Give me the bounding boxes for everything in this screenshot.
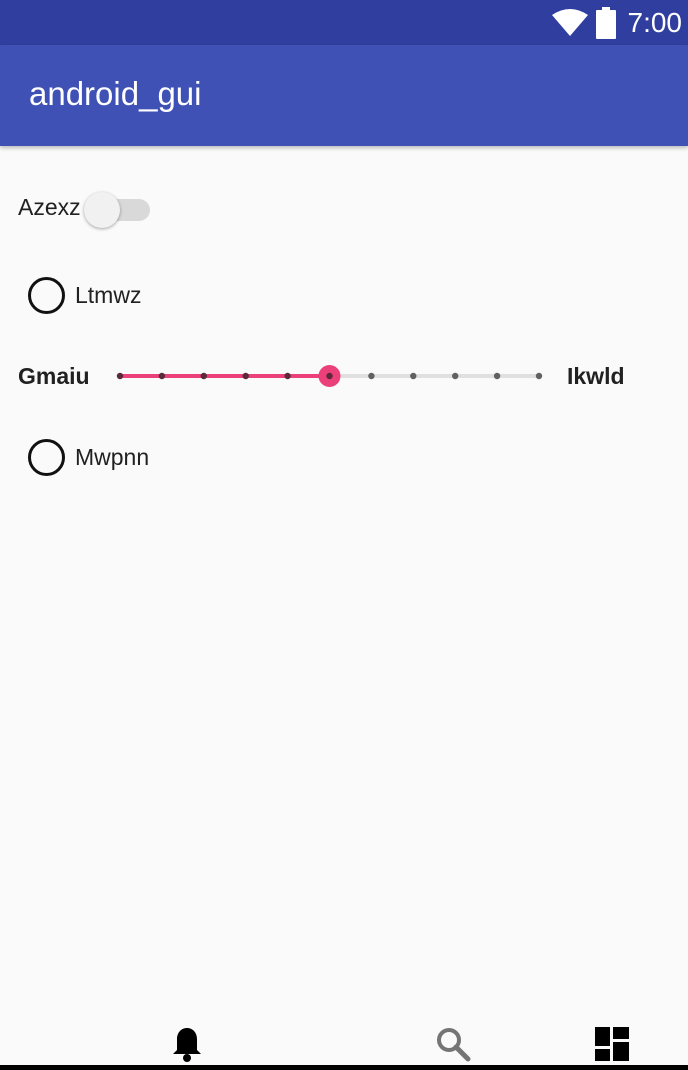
- radio-circle[interactable]: [28, 277, 65, 314]
- radio-button-ltmwz[interactable]: Ltmwz: [28, 277, 141, 314]
- radio-label: Mwpnn: [75, 444, 150, 470]
- radio-circle[interactable]: [28, 439, 65, 476]
- radio-button-mwpnn[interactable]: Mwpnn: [28, 439, 149, 476]
- app-bar: android_gui: [0, 45, 688, 146]
- slider-tick: [242, 372, 249, 380]
- slider-tick: [452, 372, 459, 380]
- slider-tick: [200, 372, 207, 380]
- bell-icon: [173, 1028, 201, 1062]
- battery-icon: [595, 7, 616, 39]
- slider-tick: [410, 372, 417, 380]
- bottom-navigation: [0, 1020, 688, 1070]
- discrete-slider[interactable]: [110, 356, 550, 396]
- wifi-icon: [551, 9, 588, 36]
- switch-thumb[interactable]: [84, 192, 120, 228]
- slider-tick: [535, 372, 543, 380]
- nav-item-dashboard[interactable]: [590, 1024, 634, 1064]
- status-time: 7:00: [627, 7, 683, 38]
- slider-tick: [116, 372, 124, 380]
- nav-item-search[interactable]: [431, 1024, 475, 1064]
- app-title: android_gui: [29, 75, 202, 112]
- slider-tick: [158, 372, 166, 380]
- slider-tick: [284, 372, 291, 380]
- slider-max-label: Ikwld: [567, 363, 625, 389]
- content: Azexz Ltmwz Gmaiu Ikwld Mwpnn: [0, 146, 688, 1026]
- nav-item-notifications[interactable]: [165, 1024, 209, 1064]
- search-icon: [437, 1028, 471, 1062]
- status-icons: 7:00: [551, 6, 683, 40]
- switch-label: Azexz: [18, 193, 81, 220]
- slider-row: Gmaiu Ikwld: [0, 356, 688, 396]
- bottom-edge: [0, 1065, 688, 1070]
- slider-min-label: Gmaiu: [18, 363, 90, 389]
- slider-tick: [493, 372, 501, 380]
- switch-row[interactable]: Azexz: [18, 190, 150, 228]
- radio-label: Ltmwz: [75, 282, 142, 308]
- slider-thumb-tick: [326, 372, 333, 380]
- status-bar: 7:00: [0, 0, 688, 45]
- slider-tick: [368, 372, 375, 380]
- dashboard-icon: [595, 1027, 629, 1061]
